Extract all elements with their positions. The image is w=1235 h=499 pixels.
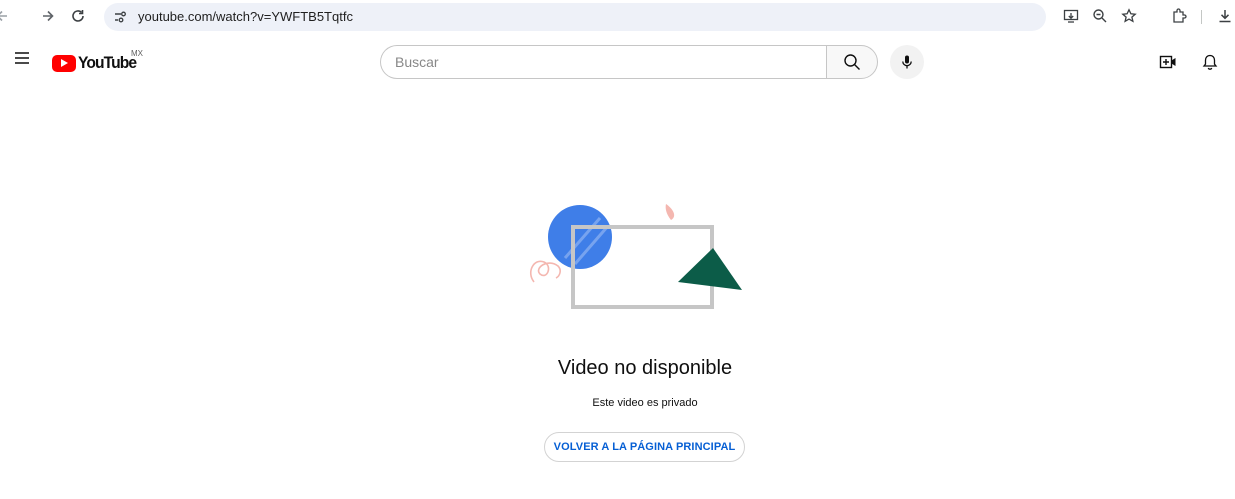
downloads-button[interactable]: [1214, 5, 1235, 27]
browser-toolbar: youtube.com/watch?v=YWFTB5Tqtfc: [0, 0, 1235, 34]
forward-icon: [43, 10, 54, 22]
back-button[interactable]: [0, 4, 14, 28]
video-unavailable-illustration: [529, 204, 742, 309]
zoom-button[interactable]: [1089, 5, 1111, 27]
extensions-button[interactable]: [1168, 5, 1190, 27]
search-box: [380, 45, 827, 79]
back-icon: [0, 10, 7, 22]
country-code: MX: [131, 49, 143, 58]
illustration-green-triangle: [678, 248, 742, 290]
error-title: Video no disponible: [557, 357, 733, 379]
zoom-icon: [1093, 9, 1107, 23]
logo-text: YouTube: [78, 53, 137, 72]
notifications-icon: [1202, 54, 1218, 70]
illustration-pink-squiggle: [529, 260, 561, 283]
go-home-button[interactable]: VOLVER A LA PÁGINA PRINCIPAL: [544, 432, 745, 462]
guide-menu-button[interactable]: [8, 44, 36, 72]
bookmark-star-icon: [1121, 8, 1137, 23]
youtube-logo[interactable]: YouTube: [52, 53, 141, 73]
extensions-icon: [1173, 8, 1187, 23]
address-bar[interactable]: youtube.com/watch?v=YWFTB5Tqtfc: [104, 3, 1046, 31]
search-input[interactable]: [395, 54, 795, 70]
error-subtitle: Este video es privado: [592, 397, 698, 409]
toolbar-divider: [1201, 10, 1202, 24]
install-app-button[interactable]: [1060, 5, 1082, 27]
site-info-button[interactable]: [110, 7, 130, 27]
search-icon: [844, 54, 860, 70]
youtube-play-icon: [52, 54, 76, 72]
youtube-masthead: YouTube MX: [0, 34, 1235, 90]
url-text: youtube.com/watch?v=YWFTB5Tqtfc: [138, 9, 353, 24]
downloads-icon: [1219, 10, 1231, 23]
voice-search-button[interactable]: [890, 45, 924, 79]
create-button[interactable]: [1156, 50, 1180, 74]
notifications-button[interactable]: [1198, 50, 1222, 74]
install-app-icon: [1063, 9, 1079, 23]
menu-icon: [15, 52, 29, 64]
create-icon: [1159, 55, 1176, 69]
search-button[interactable]: [826, 45, 878, 79]
bookmark-button[interactable]: [1118, 5, 1140, 27]
reload-icon: [72, 10, 84, 22]
forward-button[interactable]: [36, 4, 60, 28]
reload-button[interactable]: [66, 4, 90, 28]
illustration-pink-drop: [665, 204, 675, 220]
mic-icon: [902, 55, 912, 69]
site-info-icon: [115, 11, 126, 23]
